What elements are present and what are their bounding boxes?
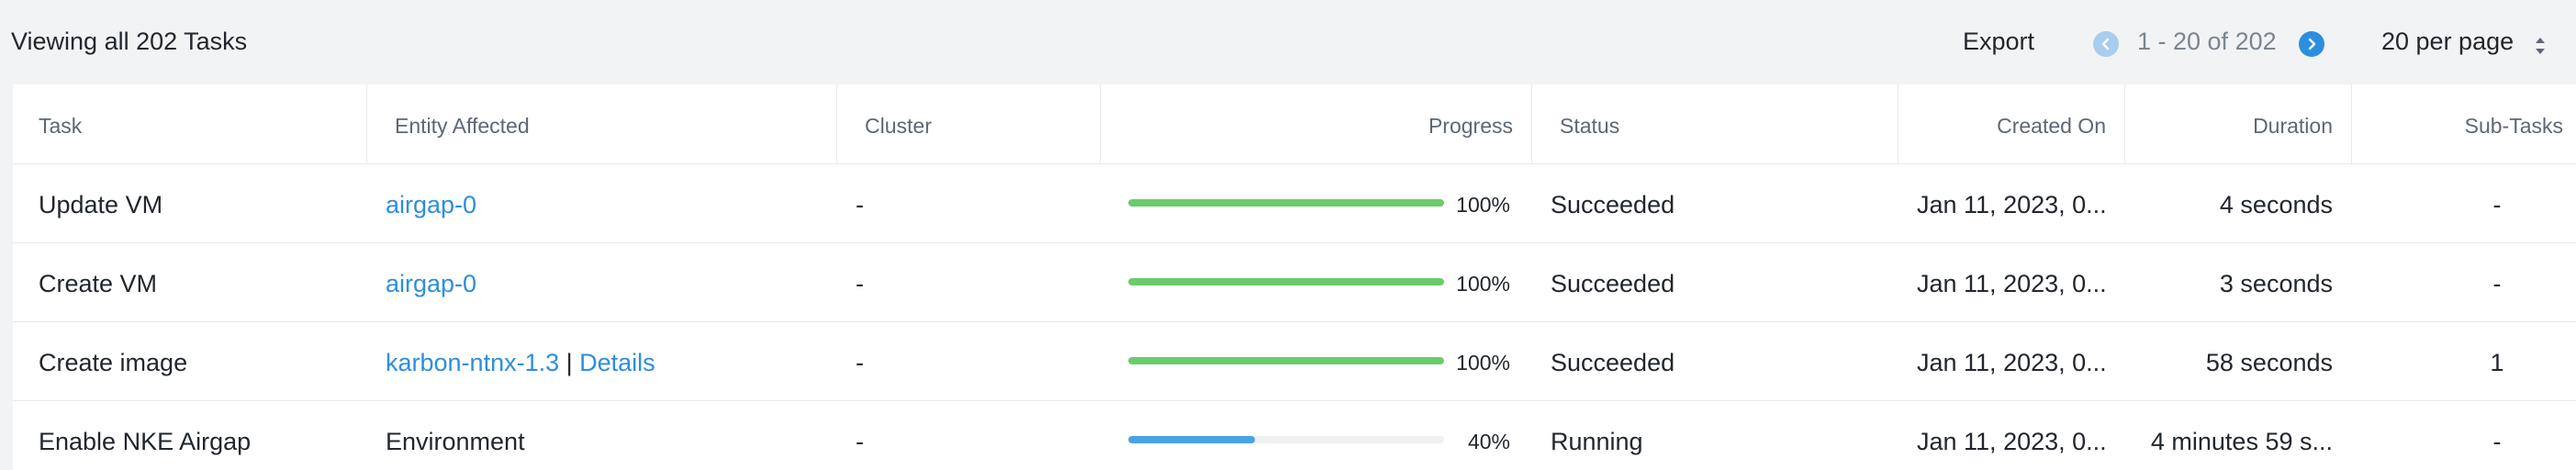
select-arrows-icon: [2536, 38, 2545, 54]
sub-tasks-count: -: [2492, 428, 2502, 455]
status-text: Running: [1551, 428, 1643, 455]
separator: |: [559, 349, 580, 376]
per-page-select[interactable]: 20 per page: [2381, 28, 2514, 56]
entity-affected: Environment: [386, 428, 525, 456]
row-divider: [13, 242, 2576, 243]
sub-tasks-count: -: [2492, 191, 2502, 218]
column-divider: [1100, 84, 1101, 163]
pagination-range: 1 - 20 of 202: [2137, 28, 2277, 55]
row-divider: [13, 321, 2576, 322]
task-name[interactable]: Create VM: [39, 270, 157, 298]
column-divider: [2124, 84, 2125, 163]
column-header-progress[interactable]: Progress: [1283, 114, 1513, 139]
progress-bar: [1128, 357, 1444, 364]
export-button[interactable]: Export: [1963, 28, 2034, 56]
column-header-status[interactable]: Status: [1560, 114, 1619, 139]
entity-link[interactable]: airgap-0: [386, 270, 476, 297]
progress-percent: 100%: [1456, 272, 1510, 296]
duration: 58 seconds: [2205, 349, 2333, 376]
entity-link[interactable]: airgap-0: [386, 191, 476, 218]
sub-tasks-count: -: [2492, 270, 2502, 297]
cluster-value: -: [856, 191, 864, 218]
details-link[interactable]: Details: [579, 349, 655, 376]
task-name[interactable]: Enable NKE Airgap: [39, 428, 251, 456]
progress-fill: [1128, 357, 1444, 364]
chevron-right-icon: [2308, 38, 2316, 50]
column-divider: [1531, 84, 1532, 163]
row-divider: [13, 400, 2576, 401]
entity-affected: airgap-0: [386, 270, 476, 298]
entity-affected: karbon-ntnx-1.3 | Details: [386, 349, 655, 377]
task-name[interactable]: Update VM: [39, 191, 162, 219]
progress-percent: 100%: [1456, 193, 1510, 217]
progress-percent: 100%: [1456, 351, 1510, 375]
cluster-value: -: [856, 270, 864, 297]
column-divider: [2351, 84, 2352, 163]
column-divider: [836, 84, 837, 163]
next-page-button[interactable]: [2299, 31, 2324, 57]
created-on: Jan 11, 2023, 0...: [1917, 270, 2107, 297]
entity-link: Environment: [386, 428, 525, 455]
column-header-sub-tasks[interactable]: Sub-Tasks: [2380, 114, 2563, 139]
task-name[interactable]: Create image: [39, 349, 187, 377]
progress-fill: [1128, 278, 1444, 285]
entity-affected: airgap-0: [386, 191, 476, 219]
sub-tasks-count: 1: [2490, 349, 2504, 376]
cluster-value: -: [856, 428, 864, 455]
duration: 4 seconds: [2219, 191, 2333, 218]
toolbar: Viewing all 202 Tasks Export 1 - 20 of 2…: [0, 0, 2576, 84]
column-header-cluster[interactable]: Cluster: [865, 114, 932, 139]
chevron-left-icon: [2101, 38, 2110, 50]
progress-fill: [1128, 436, 1255, 443]
progress-bar: [1128, 199, 1444, 207]
column-header-created-on[interactable]: Created On: [1922, 114, 2106, 139]
column-header-task[interactable]: Task: [39, 114, 82, 139]
column-header-duration[interactable]: Duration: [2149, 114, 2333, 139]
cluster-value: -: [856, 349, 864, 376]
progress-bar: [1128, 436, 1444, 443]
row-divider: [13, 163, 2576, 164]
created-on: Jan 11, 2023, 0...: [1917, 191, 2107, 218]
column-divider: [366, 84, 367, 163]
progress-bar: [1128, 278, 1444, 285]
entity-link[interactable]: karbon-ntnx-1.3: [386, 349, 559, 376]
status-text: Succeeded: [1551, 270, 1675, 297]
column-header-entity-affected[interactable]: Entity Affected: [395, 114, 530, 139]
duration: 4 minutes 59 s...: [2150, 428, 2333, 455]
previous-page-button[interactable]: [2093, 31, 2119, 57]
status-text: Succeeded: [1551, 349, 1675, 376]
created-on: Jan 11, 2023, 0...: [1917, 428, 2107, 455]
created-on: Jan 11, 2023, 0...: [1917, 349, 2107, 376]
progress-fill: [1128, 199, 1444, 207]
status-text: Succeeded: [1551, 191, 1675, 218]
duration: 3 seconds: [2219, 270, 2333, 297]
progress-percent: 40%: [1467, 430, 1510, 453]
page-title: Viewing all 202 Tasks: [11, 28, 248, 55]
